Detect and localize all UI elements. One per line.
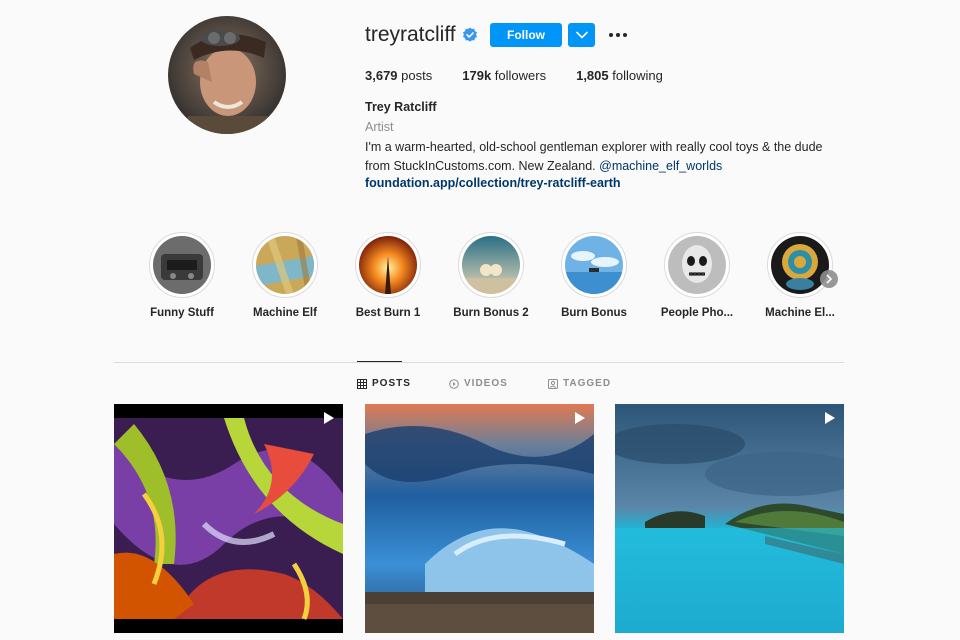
more-options-button[interactable] bbox=[605, 24, 631, 46]
highlight-cover bbox=[153, 236, 211, 294]
highlight-label: Burn Bonus bbox=[561, 307, 627, 319]
post-thumbnail[interactable] bbox=[615, 404, 844, 633]
chevron-right-icon bbox=[826, 274, 833, 284]
full-name: Trey Ratcliff bbox=[365, 100, 437, 114]
username-row: treyratcliff bbox=[365, 22, 478, 48]
grid-icon bbox=[357, 378, 367, 389]
highlights-next-button[interactable] bbox=[820, 270, 838, 288]
suggested-accounts-button[interactable] bbox=[568, 23, 595, 47]
highlight-label: People Pho... bbox=[660, 307, 734, 319]
highlight-cover bbox=[462, 236, 520, 294]
profile-tabs: POSTS VIDEOS TAGGED bbox=[0, 378, 960, 392]
tag-icon bbox=[548, 378, 558, 389]
highlight-label: Best Burn 1 bbox=[355, 307, 421, 319]
highlight-item[interactable]: Machine Elf bbox=[233, 232, 337, 319]
highlight-cover bbox=[771, 236, 829, 294]
highlight-label: Machine El... bbox=[765, 307, 835, 319]
chevron-down-icon bbox=[575, 31, 588, 39]
followers-count[interactable]: 179k followers bbox=[462, 68, 546, 83]
highlight-label: Machine Elf bbox=[253, 307, 317, 319]
highlight-cover bbox=[256, 236, 314, 294]
highlight-item[interactable]: People Pho... bbox=[645, 232, 749, 319]
post-thumbnail[interactable] bbox=[114, 404, 343, 633]
bio-line: I'm a warm-hearted, old-school gentleman… bbox=[365, 140, 823, 154]
profile-stats: 3,679 posts 179k followers 1,805 followi… bbox=[365, 68, 693, 83]
bio: I'm a warm-hearted, old-school gentleman… bbox=[365, 138, 845, 176]
reel-icon bbox=[575, 412, 585, 424]
highlight-cover bbox=[668, 236, 726, 294]
highlight-label: Burn Bonus 2 bbox=[453, 307, 529, 319]
posts-count: 3,679 posts bbox=[365, 68, 433, 83]
highlight-item[interactable]: Funny Stuff bbox=[130, 232, 234, 319]
highlight-item[interactable]: Best Burn 1 bbox=[336, 232, 440, 319]
tab-videos[interactable]: VIDEOS bbox=[449, 378, 508, 389]
reel-icon bbox=[825, 412, 835, 424]
reel-icon bbox=[324, 412, 334, 424]
highlight-cover bbox=[565, 236, 623, 294]
profile-website-link[interactable]: foundation.app/collection/trey-ratcliff-… bbox=[365, 176, 621, 190]
profile-category: Artist bbox=[365, 120, 394, 134]
follow-button[interactable]: Follow bbox=[490, 23, 562, 47]
tabs-divider bbox=[114, 362, 844, 363]
post-thumbnail[interactable] bbox=[365, 404, 594, 633]
highlight-cover bbox=[359, 236, 417, 294]
highlight-item[interactable]: Burn Bonus bbox=[542, 232, 646, 319]
bio-mention-link[interactable]: @machine_elf_worlds bbox=[599, 159, 722, 173]
tab-tagged[interactable]: TAGGED bbox=[548, 378, 611, 389]
tab-posts[interactable]: POSTS bbox=[357, 378, 411, 389]
active-tab-indicator bbox=[357, 361, 402, 362]
username: treyratcliff bbox=[365, 23, 456, 46]
story-highlights: Funny Stuff Machine Elf Best Burn 1 Burn… bbox=[130, 232, 850, 327]
tab-label: TAGGED bbox=[563, 378, 612, 389]
tab-label: VIDEOS bbox=[464, 378, 508, 389]
video-icon bbox=[449, 378, 459, 389]
highlight-item[interactable]: Burn Bonus 2 bbox=[439, 232, 543, 319]
highlight-label: Funny Stuff bbox=[150, 307, 214, 319]
profile-avatar[interactable] bbox=[168, 16, 286, 134]
more-dots-icon bbox=[609, 33, 627, 37]
tab-label: POSTS bbox=[372, 378, 411, 389]
following-count[interactable]: 1,805 following bbox=[576, 68, 663, 83]
verified-badge-icon bbox=[462, 27, 477, 42]
bio-line: from StuckInCustoms.com. New Zealand. bbox=[365, 159, 596, 173]
